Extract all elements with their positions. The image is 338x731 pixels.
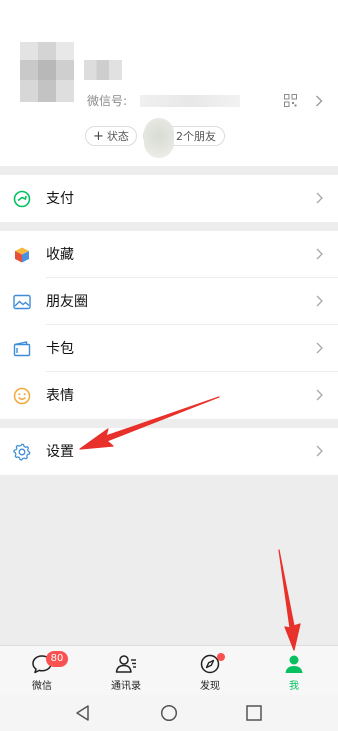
- photo-icon: [13, 294, 31, 310]
- settings-group: 设置: [0, 428, 338, 475]
- gear-icon: [13, 443, 31, 461]
- chevron-right-icon: [316, 342, 323, 354]
- wechat-id-label: 微信号:: [87, 94, 128, 108]
- chevron-right-icon: [316, 95, 323, 107]
- menu-item-favorites[interactable]: 收藏: [0, 231, 338, 278]
- menu-label-cards: 卡包: [46, 341, 74, 357]
- menu-item-pay[interactable]: 支付: [0, 175, 338, 222]
- tab-label-contacts: 通讯录: [111, 681, 141, 692]
- wallet-icon: [13, 190, 31, 208]
- system-nav-bar: [0, 695, 338, 731]
- tab-label-me: 我: [289, 681, 299, 692]
- arrow-to-me-tab: [278, 549, 301, 651]
- card-wallet-icon: [13, 341, 31, 357]
- status-label: 状态: [106, 130, 129, 143]
- menu-label-stickers: 表情: [46, 388, 74, 404]
- add-status-button[interactable]: + 状态: [85, 126, 137, 146]
- friends-label: 2个朋友: [176, 130, 216, 143]
- me-page: 微信号: + 状态 2个朋友 支付 收藏 朋友圈 卡包 表情 设置 80 微信 …: [0, 0, 338, 731]
- smiley-icon: [13, 387, 31, 405]
- nickname-redacted: [84, 60, 122, 80]
- back-icon[interactable]: [74, 704, 92, 722]
- menu-label-settings: 设置: [46, 444, 74, 460]
- chevron-right-icon: [316, 445, 323, 457]
- chevron-right-icon: [316, 192, 323, 204]
- menu-item-settings[interactable]: 设置: [0, 428, 338, 475]
- bottom-tab-bar: 80 微信 通讯录 发现 我: [0, 645, 338, 695]
- tab-me[interactable]: 我: [252, 646, 336, 696]
- menu-label-favorites: 收藏: [46, 247, 74, 263]
- menu-item-stickers[interactable]: 表情: [0, 372, 338, 419]
- cube-icon: [15, 247, 29, 263]
- profile-header[interactable]: 微信号: + 状态 2个朋友: [0, 0, 338, 166]
- tab-contacts[interactable]: 通讯录: [84, 646, 168, 696]
- qr-code-icon[interactable]: [284, 94, 297, 107]
- avatar[interactable]: [20, 42, 74, 102]
- notification-dot: [217, 653, 225, 661]
- person-icon: [285, 655, 303, 673]
- tab-chats[interactable]: 80 微信: [0, 646, 84, 696]
- chevron-right-icon: [316, 389, 323, 401]
- plus-icon: +: [93, 128, 104, 144]
- menu-item-cards[interactable]: 卡包: [0, 325, 338, 372]
- friend-avatar: [144, 118, 174, 158]
- features-group: 收藏 朋友圈 卡包 表情: [0, 231, 338, 419]
- recents-icon[interactable]: [245, 704, 263, 722]
- tab-discover[interactable]: 发现: [168, 646, 252, 696]
- chevron-right-icon: [316, 295, 323, 307]
- menu-item-moments[interactable]: 朋友圈: [0, 278, 338, 325]
- unread-badge: 80: [46, 651, 68, 667]
- menu-label-moments: 朋友圈: [46, 294, 88, 310]
- tab-label-discover: 发现: [200, 681, 220, 692]
- pay-group: 支付: [0, 175, 338, 222]
- chevron-right-icon: [316, 248, 323, 260]
- wechat-id-redacted: [140, 95, 240, 107]
- menu-label-pay: 支付: [46, 191, 74, 207]
- home-icon[interactable]: [160, 704, 178, 722]
- contacts-icon: [115, 655, 136, 673]
- tab-label-chats: 微信: [32, 681, 52, 692]
